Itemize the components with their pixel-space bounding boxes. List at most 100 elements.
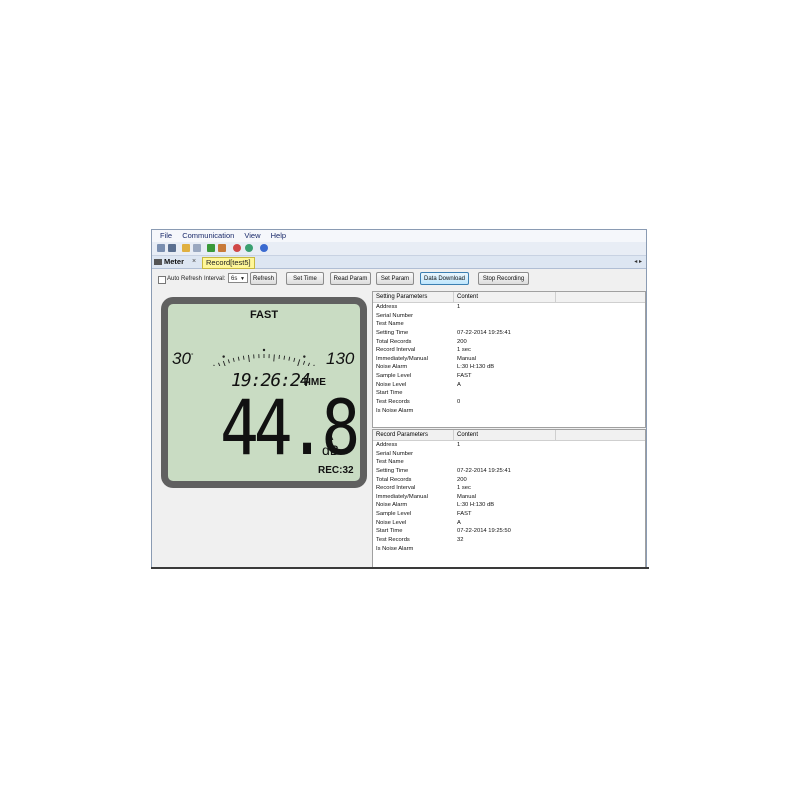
menu-view[interactable]: View	[244, 231, 260, 240]
table-row[interactable]: Address 1	[373, 441, 645, 450]
param-value: Manual	[457, 493, 477, 500]
set-time-button[interactable]: Set Time	[286, 272, 324, 285]
param-value: Manual	[457, 355, 477, 362]
table-row[interactable]: Is Noise Alarm	[373, 407, 645, 416]
lcd-degree-mark: °	[190, 353, 194, 360]
copy-icon[interactable]	[218, 244, 226, 252]
lcd-mode: FAST	[249, 309, 279, 321]
table-row[interactable]: Noise Alarm L:30 H:130 dB	[373, 363, 645, 372]
column-divider	[555, 292, 556, 302]
connect-icon[interactable]	[245, 244, 253, 252]
record-panel-header: Record Parameters Content	[373, 430, 645, 441]
folder-icon[interactable]	[182, 244, 190, 252]
lcd-scale-min-value: 30	[172, 349, 191, 368]
tab-nav-arrows-icon[interactable]: ◂ ▸	[634, 256, 642, 268]
chevron-down-icon: ▼	[240, 276, 245, 282]
param-name: Immediately/Manual	[376, 493, 428, 500]
param-value: FAST	[457, 373, 472, 380]
menu-file[interactable]: File	[160, 231, 172, 240]
param-value: 1	[457, 442, 461, 448]
menu-help[interactable]: Help	[271, 231, 286, 240]
menu-communication[interactable]: Communication	[182, 231, 234, 240]
record-col-header[interactable]: Record Parameters	[376, 430, 428, 440]
export-icon[interactable]	[193, 244, 201, 252]
param-value: 1 sec	[457, 347, 471, 354]
param-name: Setting Time	[376, 329, 409, 336]
table-row[interactable]: Noise Level A	[373, 381, 645, 390]
table-row[interactable]: Address 1	[373, 303, 645, 312]
data-download-button[interactable]: Data Download	[420, 272, 469, 285]
table-row[interactable]: Record Interval 1 sec	[373, 346, 645, 355]
table-row[interactable]: Noise Level A	[373, 519, 645, 528]
setting-col-header[interactable]: Setting Parameters	[376, 292, 427, 302]
table-row[interactable]: Total Records 200	[373, 338, 645, 347]
tab-meter[interactable]: Meter	[154, 256, 184, 268]
print-icon[interactable]	[207, 244, 215, 252]
table-row[interactable]: Setting Time 07-22-2014 19:25:41	[373, 329, 645, 338]
scale-dot	[303, 355, 306, 358]
scale-tick	[248, 354, 250, 362]
table-row[interactable]: Test Records 32	[373, 536, 645, 545]
close-tab-icon[interactable]: ×	[192, 256, 196, 268]
param-name: Total Records	[376, 338, 412, 345]
save-icon[interactable]	[168, 244, 176, 252]
table-row[interactable]: Test Name	[373, 320, 645, 329]
help-icon[interactable]	[260, 244, 268, 252]
meter-icon	[154, 259, 162, 265]
param-name: Test Name	[376, 459, 404, 466]
refresh-button[interactable]: Refresh	[250, 272, 277, 285]
table-row[interactable]: Start Time	[373, 389, 645, 398]
param-value: A	[457, 381, 461, 388]
table-row[interactable]: Immediately/Manual Manual	[373, 493, 645, 502]
table-row[interactable]: Sample Level FAST	[373, 372, 645, 381]
table-row[interactable]: Setting Time 07-22-2014 19:25:41	[373, 467, 645, 476]
table-row[interactable]: Record Interval 1 sec	[373, 484, 645, 493]
table-row[interactable]: Start Time 07-22-2014 19:25:50	[373, 527, 645, 536]
record-content-header[interactable]: Content	[457, 430, 478, 440]
table-row[interactable]: Test Records 0	[373, 398, 645, 407]
menu-bar: File Communication View Help	[152, 230, 646, 242]
table-row[interactable]: Sample Level FAST	[373, 510, 645, 519]
table-row[interactable]: Test Name	[373, 458, 645, 467]
tab-record[interactable]: Record[test5]	[202, 257, 255, 269]
param-value: 07-22-2014 19:25:50	[457, 528, 511, 535]
scale-tick	[242, 355, 245, 360]
scale-tick	[313, 364, 315, 366]
param-name: Serial Number	[376, 450, 414, 457]
param-value: FAST	[457, 511, 472, 518]
column-divider	[555, 430, 556, 440]
scale-tick	[283, 355, 286, 360]
auto-refresh-checkbox[interactable]	[158, 276, 166, 284]
record-rows: Address 1 Serial Number Test Name Setting Ti…	[373, 441, 645, 553]
param-name: Setting Time	[376, 467, 409, 474]
record-parameters-panel: Record Parameters Content Address 1 Serial…	[372, 429, 646, 568]
table-row[interactable]: Serial Number	[373, 312, 645, 321]
param-name: Start Time	[376, 390, 403, 397]
param-value: 32	[457, 537, 464, 544]
interval-label: Interval:	[204, 276, 226, 282]
param-name: Is Noise Alarm	[376, 407, 414, 414]
scale-tick	[227, 359, 230, 364]
controls-bar: Auto Refresh Interval: 6s ▼ Refresh Set T…	[152, 269, 646, 289]
param-value: L:30 H:130 dB	[457, 364, 495, 371]
stop-recording-button[interactable]: Stop Recording	[478, 272, 529, 285]
table-row[interactable]: Is Noise Alarm	[373, 545, 645, 554]
refresh-icon[interactable]	[233, 244, 241, 252]
meter-display-frame: FAST 30° 130 19:26:24 TIME 44.8 A dB REC…	[161, 297, 367, 488]
interval-value: 6s	[231, 276, 238, 282]
window-bottom-border	[151, 567, 649, 569]
tab-record-label: Record[test5]	[206, 258, 251, 267]
param-name: Address	[376, 304, 398, 310]
lcd-rec: REC:32	[318, 465, 354, 476]
table-row[interactable]: Total Records 200	[373, 476, 645, 485]
open-icon[interactable]	[157, 244, 165, 252]
read-param-button[interactable]: Read Param	[330, 272, 371, 285]
table-row[interactable]: Immediately/Manual Manual	[373, 355, 645, 364]
table-row[interactable]: Serial Number	[373, 450, 645, 459]
setting-content-header[interactable]: Content	[457, 292, 478, 302]
table-row[interactable]: Noise Alarm L:30 H:130 dB	[373, 501, 645, 510]
set-param-button[interactable]: Set Param	[376, 272, 414, 285]
interval-select[interactable]: 6s ▼	[228, 273, 248, 283]
parameter-panels: Setting Parameters Content Address 1 Seria…	[372, 291, 646, 568]
scale-tick	[297, 359, 301, 366]
